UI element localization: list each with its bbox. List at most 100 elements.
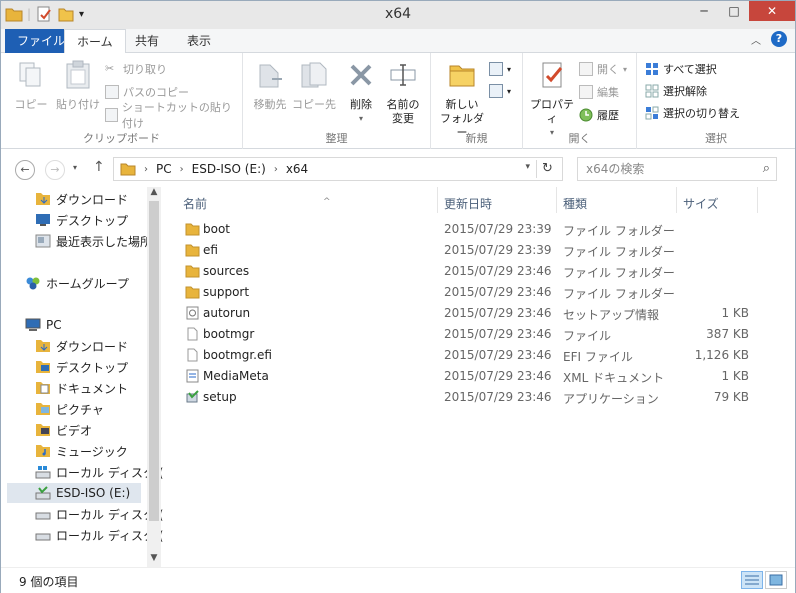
tab-share[interactable]: 共有 (123, 29, 171, 53)
copy-to-button[interactable]: コピー先 (291, 59, 337, 112)
nav-item-label: ESD-ISO (E:) (56, 486, 131, 500)
open-dropdown-icon: ▾ (623, 64, 628, 74)
navigation-scrollbar[interactable]: ▲ ▼ (147, 187, 161, 567)
setup-info-icon (185, 306, 200, 320)
column-header-size[interactable]: サイズ (683, 193, 719, 215)
close-button[interactable]: ✕ (749, 1, 795, 21)
select-group-label: 選択 (705, 132, 727, 145)
properties-button[interactable]: プロパティ ▾ (527, 59, 577, 140)
breadcrumb-folder[interactable]: x64 (286, 162, 308, 176)
recent-locations-icon[interactable]: ▾ (73, 163, 77, 172)
up-arrow-icon[interactable]: ↑ (93, 159, 105, 175)
address-dropdown-icon[interactable]: ▾ (525, 162, 530, 172)
file-date: 2015/07/29 23:46 (444, 369, 552, 383)
breadcrumb-separator[interactable]: › (274, 164, 278, 175)
breadcrumb-pc[interactable]: PC (156, 162, 172, 176)
column-divider[interactable] (757, 187, 758, 213)
search-icon[interactable]: ⌕ (763, 158, 770, 180)
cut-button[interactable]: ✂ 切り取り (105, 59, 167, 79)
copy-button[interactable]: コピー (13, 59, 49, 112)
breadcrumb-drive[interactable]: ESD-ISO (E:) (192, 162, 266, 176)
properties-label: プロパティ (530, 98, 574, 125)
column-divider[interactable] (556, 187, 557, 213)
breadcrumb-separator[interactable]: › (180, 164, 184, 175)
file-type: アプリケーション (563, 392, 659, 406)
column-header-name[interactable]: ^ 名前 (183, 193, 331, 215)
folder-icon (120, 163, 136, 176)
pc-icon (25, 318, 41, 331)
back-button[interactable]: ← (15, 160, 35, 180)
edit-button[interactable]: 編集 (579, 82, 619, 102)
easy-access-button[interactable]: ▾ (489, 81, 511, 101)
download-folder-icon (36, 193, 50, 205)
navigation-pane: ダウンロード デスクトップ 最近表示した場所 ホームグループ PC ダウンロード… (1, 187, 181, 565)
setup-app-icon (185, 390, 200, 404)
open-button[interactable]: 開く ▾ (579, 59, 627, 79)
forward-button[interactable]: → (45, 160, 65, 180)
xml-icon (185, 369, 200, 383)
file-row[interactable]: support 2015/07/29 23:46 ファイル フォルダー (163, 282, 793, 303)
select-none-label: 選択解除 (663, 85, 707, 98)
new-folder-button[interactable]: 新しい フォルダー (435, 59, 489, 140)
download-folder-icon (36, 340, 50, 352)
column-header-type[interactable]: 種類 (563, 193, 587, 215)
history-button[interactable]: 履歴 (579, 105, 619, 125)
collapse-ribbon-icon[interactable]: ︿ (751, 32, 761, 47)
scrollbar-thumb[interactable] (149, 201, 159, 521)
nav-item-label: ピクチャ (56, 402, 104, 417)
file-row[interactable]: bootmgr.efi 2015/07/29 23:46 EFI ファイル 1,126… (163, 345, 793, 366)
window-controls: ─ □ ✕ (689, 1, 795, 21)
select-none-button[interactable]: 選択解除 (645, 81, 707, 101)
new-item-icon (489, 62, 503, 76)
easy-access-icon (489, 84, 503, 98)
scroll-down-icon[interactable]: ▼ (147, 553, 161, 567)
file-date: 2015/07/29 23:46 (444, 306, 552, 320)
sort-ascending-icon: ^ (323, 197, 331, 207)
nav-item-label: ビデオ (56, 423, 93, 438)
tab-view[interactable]: 表示 (175, 29, 223, 53)
nav-item-drive-e[interactable]: ESD-ISO (E:) (7, 483, 141, 503)
invert-selection-button[interactable]: 選択の切り替え (645, 103, 740, 123)
column-divider[interactable] (437, 187, 438, 213)
file-row[interactable]: setup 2015/07/29 23:46 アプリケーション 79 KB (163, 387, 793, 408)
file-row[interactable]: efi 2015/07/29 23:39 ファイル フォルダー (163, 240, 793, 261)
copy-to-icon (301, 62, 327, 88)
file-row[interactable]: boot 2015/07/29 23:39 ファイル フォルダー (163, 219, 793, 240)
minimize-button[interactable]: ─ (689, 1, 719, 21)
tab-home[interactable]: ホーム (64, 29, 126, 54)
refresh-icon[interactable]: ↻ (536, 160, 558, 178)
move-to-label: 移動先 (253, 98, 287, 111)
file-type: ファイル フォルダー (563, 266, 675, 280)
column-header-date[interactable]: 更新日時 (444, 193, 492, 215)
ribbon-tabs: ファイル ホーム 共有 表示 (1, 29, 795, 54)
file-size: 1 KB (721, 306, 749, 320)
nav-item-label: デスクトップ (56, 360, 129, 375)
address-bar[interactable]: › PC › ESD-ISO (E:) › x64 ▾ ↻ (113, 157, 563, 181)
move-to-button[interactable]: 移動先 (247, 59, 293, 112)
scroll-up-icon[interactable]: ▲ (147, 187, 161, 201)
new-item-button[interactable]: ▾ (489, 59, 511, 79)
file-row[interactable]: sources 2015/07/29 23:46 ファイル フォルダー (163, 261, 793, 282)
file-name: efi (203, 243, 218, 257)
file-row[interactable]: bootmgr 2015/07/29 23:46 ファイル 387 KB (163, 324, 793, 345)
paste-button[interactable]: 貼り付け (55, 59, 101, 112)
breadcrumb-separator[interactable]: › (144, 164, 148, 175)
column-divider[interactable] (676, 187, 677, 213)
file-row[interactable]: MediaMeta 2015/07/29 23:46 XML ドキュメント 1 KB (163, 366, 793, 387)
help-icon[interactable]: ? (771, 31, 787, 47)
edit-label: 編集 (597, 86, 619, 99)
file-row[interactable]: autorun 2015/07/29 23:46 セットアップ情報 1 KB (163, 303, 793, 324)
paste-shortcut-button[interactable]: ショートカットの貼り付け (105, 101, 242, 130)
search-input[interactable]: x64の検索 ⌕ (577, 157, 777, 181)
select-all-button[interactable]: すべて選択 (645, 59, 717, 79)
large-icons-view-button[interactable] (765, 571, 787, 589)
invert-selection-label: 選択の切り替え (663, 107, 740, 120)
details-view-button[interactable] (741, 571, 763, 589)
rename-button[interactable]: 名前の 変更 (383, 59, 423, 126)
delete-button[interactable]: 削除 ▾ (343, 59, 379, 126)
maximize-button[interactable]: □ (719, 1, 749, 21)
delete-dropdown-icon[interactable]: ▾ (343, 112, 379, 126)
select-none-icon (645, 84, 659, 98)
file-date: 2015/07/29 23:46 (444, 390, 552, 404)
file-size: 79 KB (713, 390, 749, 404)
